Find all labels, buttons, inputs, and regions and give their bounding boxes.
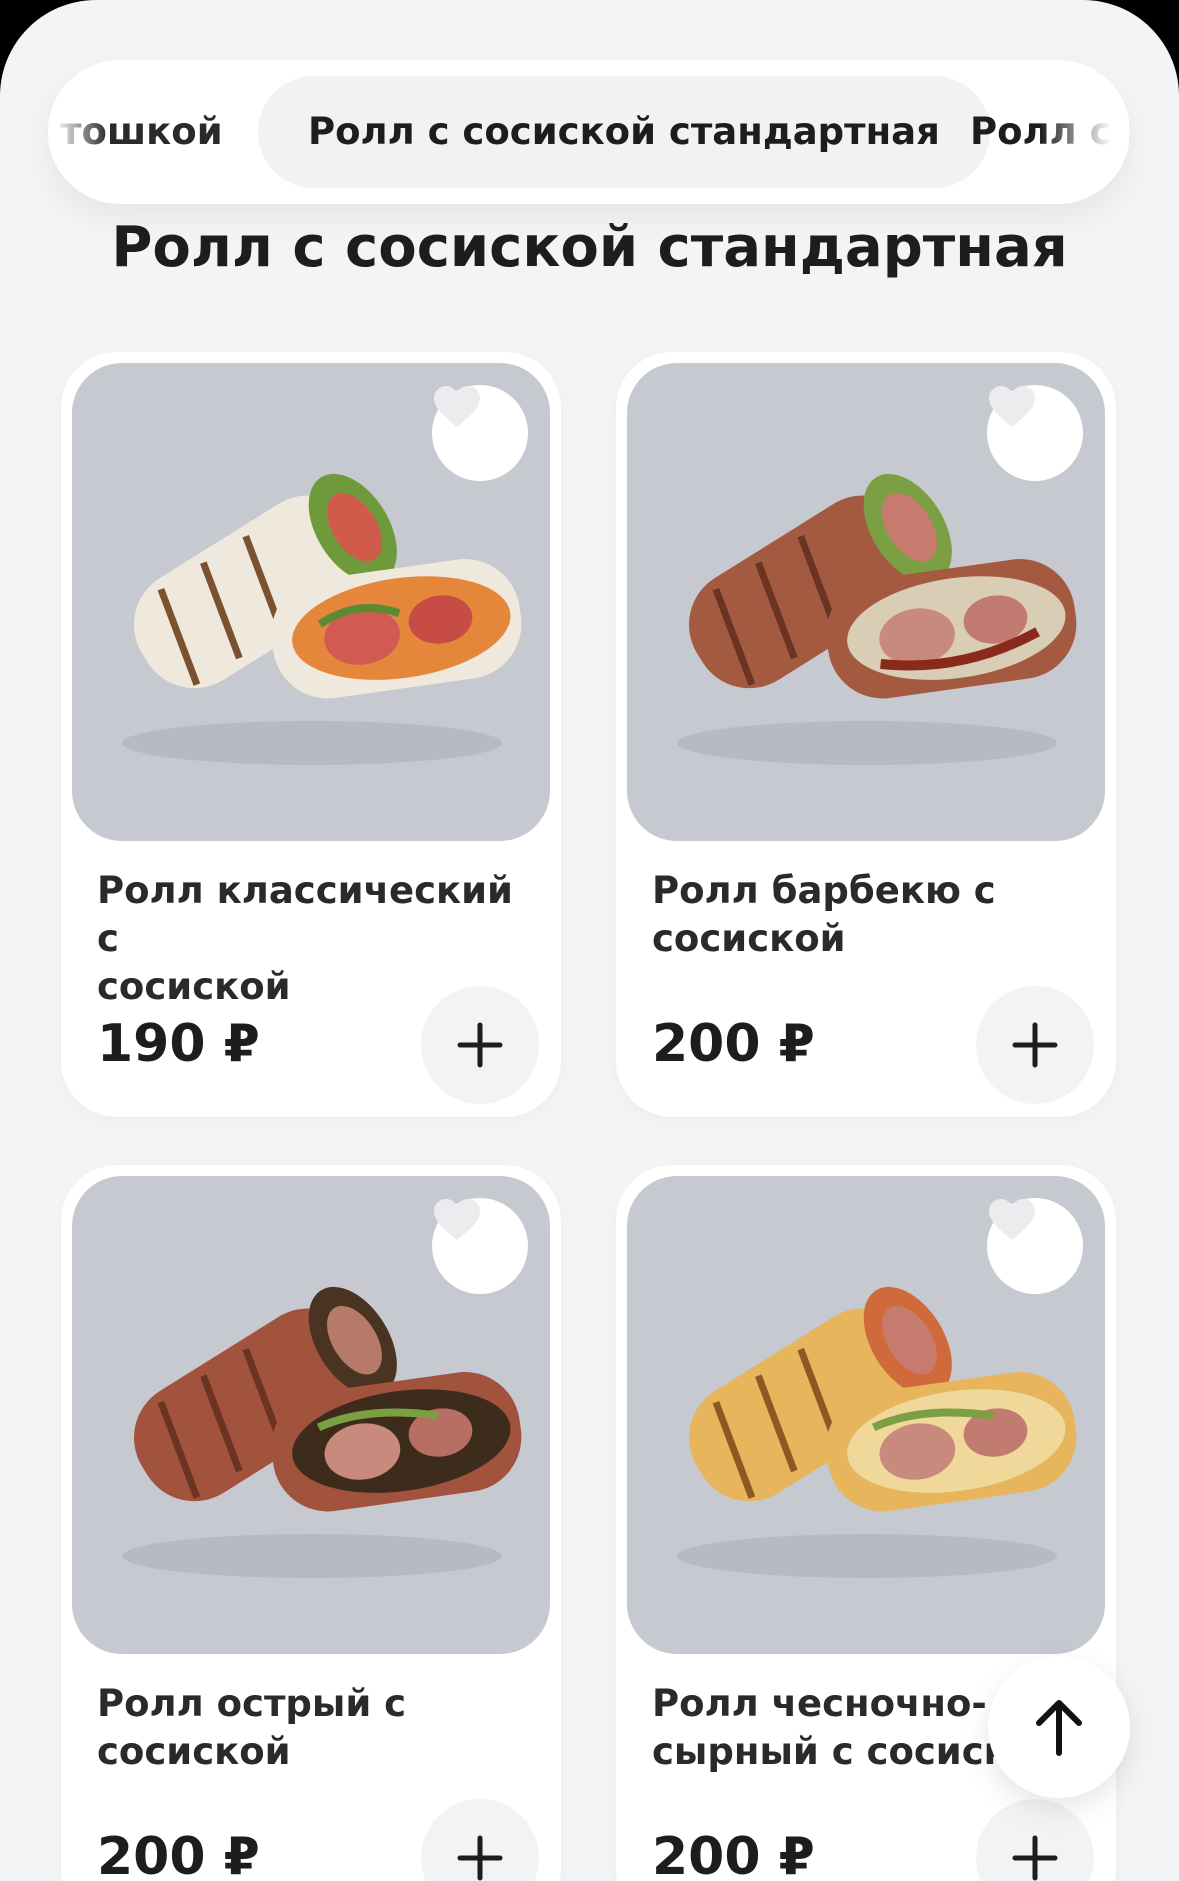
product-price: 200 ₽ bbox=[652, 1014, 815, 1074]
heart-icon bbox=[989, 1199, 1035, 1240]
product-name: Ролл острый с сосиской bbox=[97, 1682, 407, 1773]
add-to-cart-button[interactable] bbox=[976, 986, 1094, 1104]
section-title: Ролл с сосиской стандартная bbox=[111, 215, 1068, 280]
product-card[interactable]: Ролл острый с сосиской 200 ₽ bbox=[61, 1165, 561, 1881]
category-tabs: тошкой Ролл с сосиской стандартная Ролл … bbox=[48, 60, 1130, 204]
product-price: 190 ₽ bbox=[97, 1014, 260, 1074]
favorite-button[interactable] bbox=[432, 385, 528, 481]
heart-icon bbox=[989, 386, 1035, 427]
scroll-to-top-button[interactable] bbox=[988, 1656, 1130, 1798]
product-card[interactable]: Ролл классический с сосиской 190 ₽ bbox=[61, 352, 561, 1117]
product-image bbox=[627, 363, 1105, 841]
tab-previous[interactable]: тошкой bbox=[60, 76, 223, 188]
tab-next[interactable]: Ролл с с bbox=[970, 76, 1130, 188]
favorite-button[interactable] bbox=[432, 1198, 528, 1294]
app-screen: тошкой Ролл с сосиской стандартная Ролл … bbox=[0, 0, 1179, 1881]
plus-icon bbox=[457, 1835, 503, 1881]
tab-active[interactable]: Ролл с сосиской стандартная bbox=[258, 76, 990, 188]
add-to-cart-button[interactable] bbox=[976, 1799, 1094, 1881]
product-image bbox=[72, 1176, 550, 1654]
add-to-cart-button[interactable] bbox=[421, 986, 539, 1104]
add-to-cart-button[interactable] bbox=[421, 1799, 539, 1881]
favorite-button[interactable] bbox=[987, 1198, 1083, 1294]
product-price: 200 ₽ bbox=[652, 1827, 815, 1881]
plus-icon bbox=[457, 1022, 503, 1068]
product-card[interactable]: Ролл барбекю с сосиской 200 ₽ bbox=[616, 352, 1116, 1117]
heart-icon bbox=[434, 386, 480, 427]
heart-icon bbox=[434, 1199, 480, 1240]
product-name: Ролл барбекю с сосиской bbox=[652, 869, 996, 960]
plus-icon bbox=[1012, 1022, 1058, 1068]
product-price: 200 ₽ bbox=[97, 1827, 260, 1881]
arrow-up-icon bbox=[1036, 1700, 1082, 1756]
favorite-button[interactable] bbox=[987, 385, 1083, 481]
product-image bbox=[72, 363, 550, 841]
product-image bbox=[627, 1176, 1105, 1654]
plus-icon bbox=[1012, 1835, 1058, 1881]
